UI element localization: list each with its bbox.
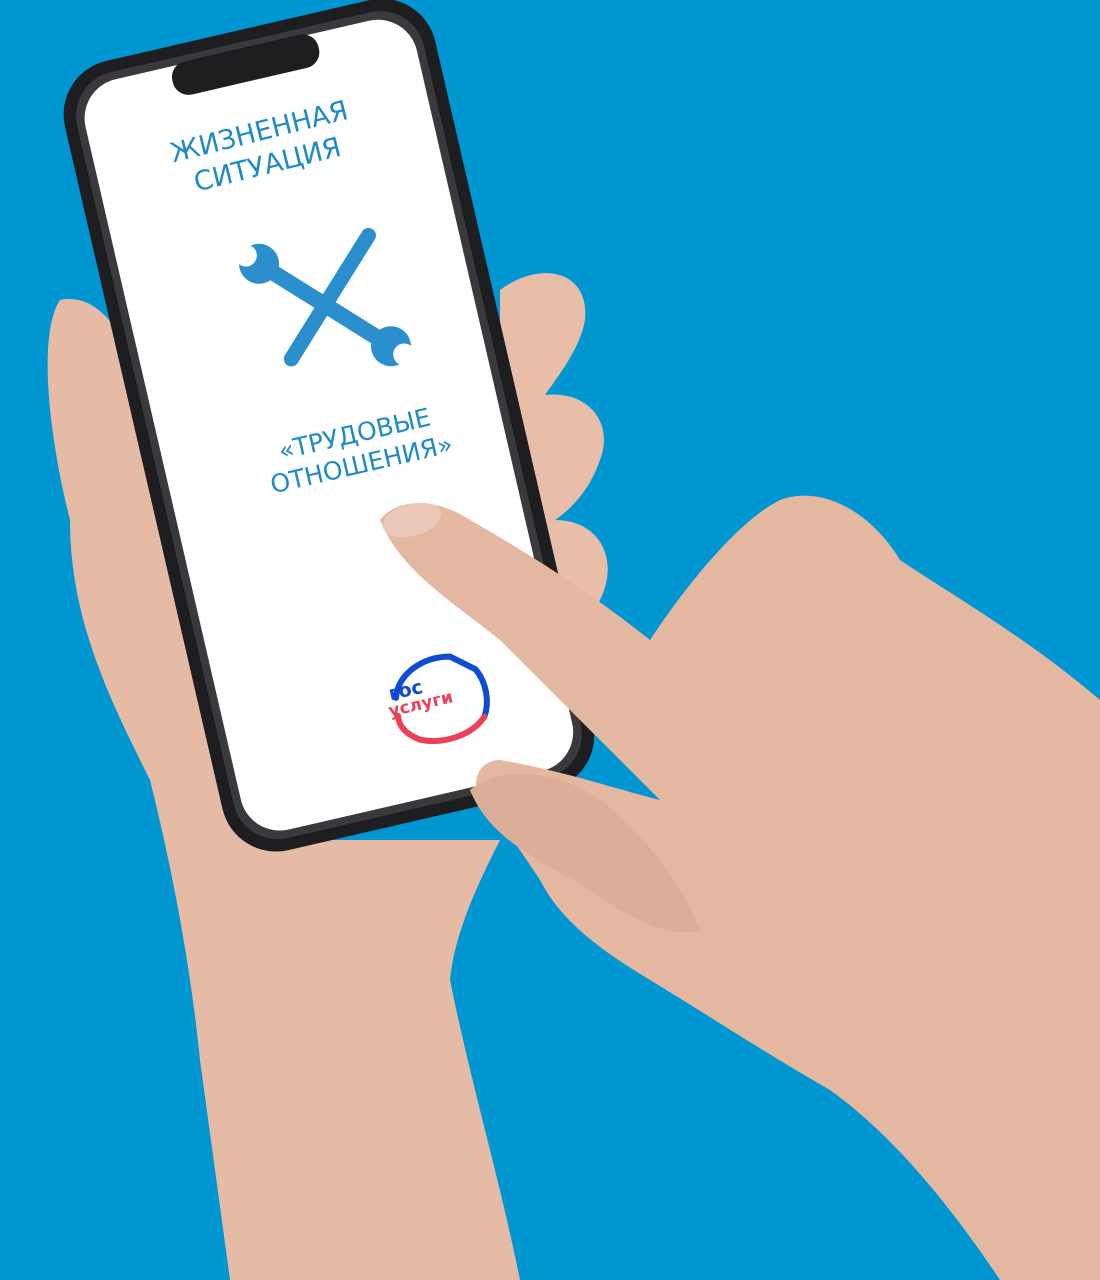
photo-scene: ЖИЗНЕННАЯ СИТУАЦИЯ «ТРУДОВЫЕ ОТНОШЕНИЯ» … xyxy=(0,0,1100,1280)
